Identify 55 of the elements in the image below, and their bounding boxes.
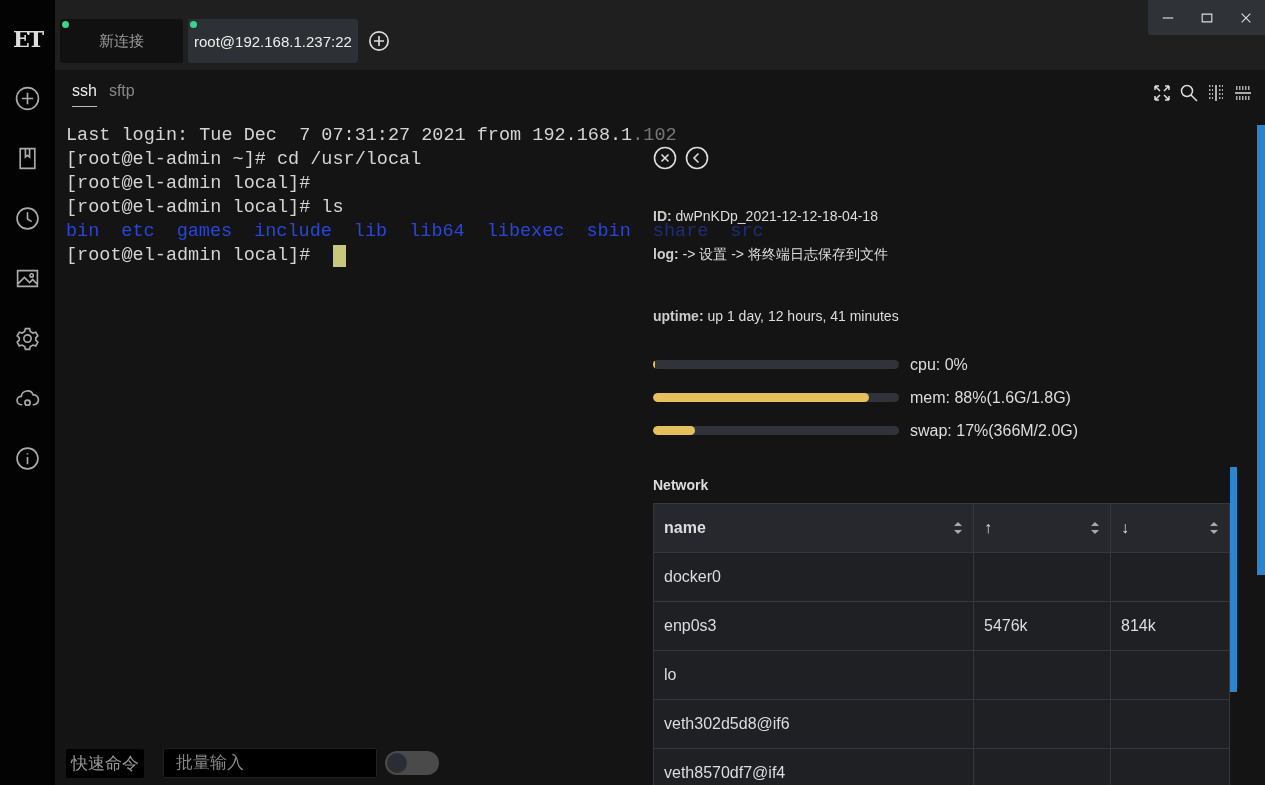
- settings-icon[interactable]: [15, 326, 40, 351]
- table-cell: 814k: [1110, 602, 1229, 650]
- quick-commands-button[interactable]: 快速命令: [66, 748, 144, 778]
- search-icon[interactable]: [1179, 83, 1199, 103]
- usage-label: swap: 17%(366M/2.0G): [910, 421, 1079, 440]
- batch-input-field[interactable]: 批量输入: [163, 748, 377, 778]
- directory-name: etc: [121, 220, 155, 244]
- terminal-line: [root@el-admin ~]# cd /usr/local: [66, 148, 422, 172]
- clock-icon[interactable]: [15, 206, 40, 231]
- column-header[interactable]: name: [654, 504, 973, 552]
- session-tab[interactable]: sftp: [108, 82, 135, 107]
- usage-label: cpu: 0%: [910, 355, 968, 374]
- add-icon[interactable]: [15, 86, 40, 111]
- column-header[interactable]: ↑: [973, 504, 1110, 552]
- terminal-line: Last login: Tue Dec 7 07:31:27 2021 from 192.168.1.102: [66, 124, 677, 148]
- directory-name: lib: [353, 220, 388, 244]
- split-horizontal-icon[interactable]: [1233, 83, 1253, 103]
- uptime-text: uptime: up 1 day, 12 hours, 41 minutes: [653, 308, 900, 324]
- table-cell-text: veth302d5d8@if6: [663, 714, 791, 734]
- terminal-line: [root@el-admin local]#: [66, 244, 312, 268]
- connection-tab[interactable]: 新连接: [60, 19, 183, 63]
- toggle-switch[interactable]: [385, 751, 439, 775]
- table-cell-text: veth8570df7@if4: [663, 763, 787, 783]
- split-vertical-icon[interactable]: [1206, 83, 1226, 103]
- session-tab[interactable]: ssh: [72, 82, 97, 107]
- directory-name: lib64: [409, 220, 465, 244]
- scrollbar[interactable]: [1257, 125, 1265, 575]
- directory-name: libexec: [486, 220, 565, 244]
- log-setting-text: log: -> 设置 -> 将终端日志保存到文件: [653, 246, 889, 264]
- maximize-icon[interactable]: [1199, 10, 1214, 25]
- usage-label: mem: 88%(1.6G/1.8G): [910, 388, 1071, 407]
- info-icon[interactable]: [15, 446, 40, 471]
- table-cell: 5476k: [973, 602, 1110, 650]
- table-cell-text: docker0: [663, 567, 722, 587]
- table-cell-text: lo: [663, 665, 678, 685]
- directory-name: bin: [66, 220, 100, 244]
- sort-icon[interactable]: [953, 521, 963, 535]
- back-icon[interactable]: [685, 146, 709, 170]
- terminal-line: [root@el-admin local]#: [66, 172, 311, 196]
- directory-name: games: [176, 220, 233, 244]
- close-icon[interactable]: [653, 146, 677, 170]
- scrollbar[interactable]: [1230, 467, 1237, 692]
- column-header[interactable]: ↓: [1110, 504, 1229, 552]
- directory-name: include: [254, 220, 332, 244]
- app-logo: ET: [12, 26, 43, 54]
- session-id: ID: dwPnKDp_2021-12-12-18-04-18: [653, 208, 879, 224]
- terminal-line: [root@el-admin local]# ls: [66, 196, 344, 220]
- table-cell-text: enp0s3: [663, 616, 718, 636]
- section-title: Network: [653, 477, 710, 493]
- connection-tab[interactable]: root@192.168.1.237:22: [188, 19, 358, 63]
- sort-icon[interactable]: [1090, 521, 1100, 535]
- directory-name: sbin: [586, 220, 631, 244]
- sort-icon[interactable]: [1209, 521, 1219, 535]
- fullscreen-icon[interactable]: [1152, 83, 1172, 103]
- directory-name: share: [652, 221, 709, 244]
